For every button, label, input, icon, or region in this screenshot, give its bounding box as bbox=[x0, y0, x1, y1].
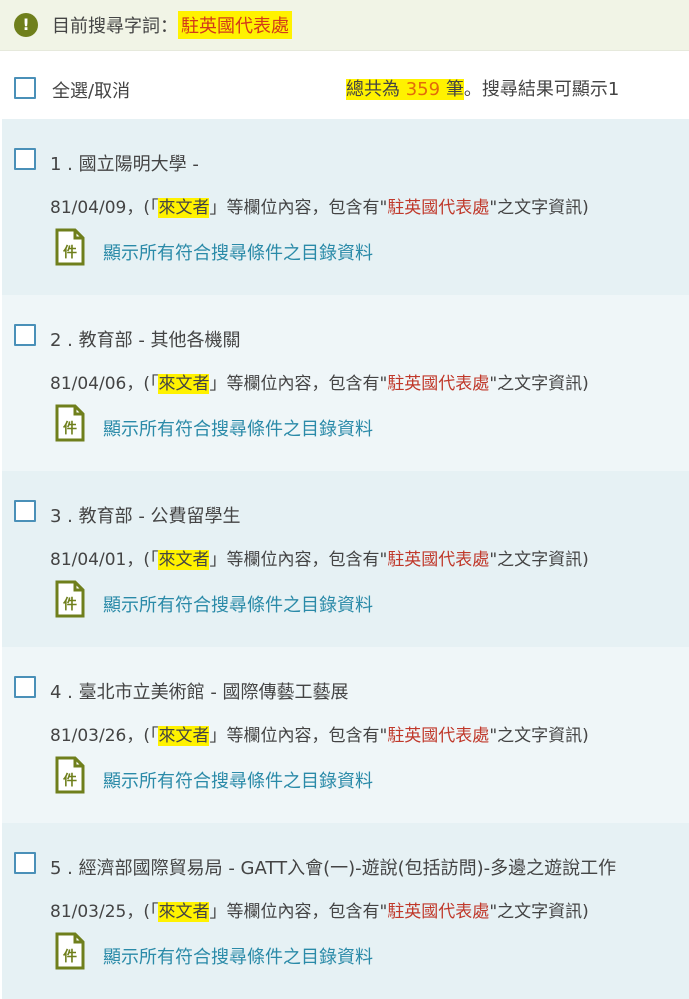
result-checkbox[interactable] bbox=[14, 324, 36, 346]
result-detail-mid: 」等欄位內容，包含有" bbox=[209, 374, 388, 394]
result-item: 2 . 教育部 - 其他各機關 81/04/06，(「來文者」等欄位內容，包含有… bbox=[2, 295, 689, 471]
result-detail-end: "之文字資訊) bbox=[489, 374, 589, 394]
result-checkbox[interactable] bbox=[14, 852, 36, 874]
result-detail-end: "之文字資訊) bbox=[489, 198, 589, 218]
document-icon-glyph: 件 bbox=[63, 244, 77, 261]
results-toolbar: 全選/取消 總共為 359 筆。搜尋結果可顯示1 bbox=[0, 51, 689, 119]
result-date: 81/04/09，(「 bbox=[50, 198, 159, 218]
search-term-bar: ! 目前搜尋字詞： 駐英國代表處 bbox=[0, 0, 689, 51]
result-item: 4 . 臺北市立美術館 - 國際傳藝工藝展 81/03/26，(「來文者」等欄位… bbox=[2, 647, 689, 823]
result-item: 3 . 教育部 - 公費留學生 81/04/01，(「來文者」等欄位內容，包含有… bbox=[2, 471, 689, 647]
result-checkbox[interactable] bbox=[14, 676, 36, 698]
exclamation-circle-icon: ! bbox=[14, 13, 38, 37]
document-icon[interactable]: 件 bbox=[55, 228, 85, 266]
result-keyword: 駐英國代表處 bbox=[387, 198, 490, 218]
result-detail-end: "之文字資訊) bbox=[489, 902, 589, 922]
total-prefix: 總共為 bbox=[346, 79, 406, 100]
result-item: 5 . 經濟部國際貿易局 - GATT入會(一)-遊說(包括訪問)-多邊之遊說工… bbox=[2, 823, 689, 999]
document-icon-glyph: 件 bbox=[63, 948, 77, 965]
result-checkbox[interactable] bbox=[14, 500, 36, 522]
select-all-checkbox[interactable] bbox=[14, 77, 36, 99]
result-keyword: 駐英國代表處 bbox=[387, 726, 490, 746]
total-count: 359 bbox=[405, 79, 441, 100]
catalog-link[interactable]: 顯示所有符合搜尋條件之目錄資料 bbox=[103, 591, 373, 617]
catalog-link[interactable]: 顯示所有符合搜尋條件之目錄資料 bbox=[103, 415, 373, 441]
result-field-name: 來文者 bbox=[158, 198, 210, 218]
result-title[interactable]: 5 . 經濟部國際貿易局 - GATT入會(一)-遊說(包括訪問)-多邊之遊說工… bbox=[50, 854, 616, 880]
result-keyword: 駐英國代表處 bbox=[387, 902, 490, 922]
result-date: 81/03/26，(「 bbox=[50, 726, 159, 746]
result-detail: 81/04/01，(「來文者」等欄位內容，包含有"駐英國代表處"之文字資訊) bbox=[50, 545, 589, 570]
result-field-name: 來文者 bbox=[158, 902, 210, 922]
result-detail-mid: 」等欄位內容，包含有" bbox=[209, 902, 388, 922]
document-icon-glyph: 件 bbox=[63, 420, 77, 437]
document-icon-glyph: 件 bbox=[63, 596, 77, 613]
search-term-value: 駐英國代表處 bbox=[178, 11, 292, 39]
catalog-link[interactable]: 顯示所有符合搜尋條件之目錄資料 bbox=[103, 767, 373, 793]
result-detail: 81/03/26，(「來文者」等欄位內容，包含有"駐英國代表處"之文字資訊) bbox=[50, 721, 589, 746]
document-icon[interactable]: 件 bbox=[55, 932, 85, 970]
result-detail-mid: 」等欄位內容，包含有" bbox=[209, 198, 388, 218]
total-suffix: 。搜尋結果可顯示1 bbox=[463, 79, 620, 100]
result-item: 1 . 國立陽明大學 - 81/04/09，(「來文者」等欄位內容，包含有"駐英… bbox=[2, 119, 689, 295]
result-field-name: 來文者 bbox=[158, 726, 210, 746]
result-field-name: 來文者 bbox=[158, 374, 210, 394]
result-checkbox[interactable] bbox=[14, 148, 36, 170]
result-detail: 81/04/09，(「來文者」等欄位內容，包含有"駐英國代表處"之文字資訊) bbox=[50, 193, 589, 218]
result-date: 81/04/06，(「 bbox=[50, 374, 159, 394]
select-all-label[interactable]: 全選/取消 bbox=[52, 77, 130, 103]
result-title[interactable]: 1 . 國立陽明大學 - bbox=[50, 150, 199, 176]
catalog-link[interactable]: 顯示所有符合搜尋條件之目錄資料 bbox=[103, 943, 373, 969]
result-date: 81/03/25，(「 bbox=[50, 902, 159, 922]
result-field-name: 來文者 bbox=[158, 550, 210, 570]
result-detail-end: "之文字資訊) bbox=[489, 726, 589, 746]
result-date: 81/04/01，(「 bbox=[50, 550, 159, 570]
total-results-info: 總共為 359 筆。搜尋結果可顯示1 bbox=[346, 75, 689, 101]
document-icon[interactable]: 件 bbox=[55, 756, 85, 794]
document-icon[interactable]: 件 bbox=[55, 580, 85, 618]
total-highlight: 總共為 359 筆 bbox=[346, 79, 464, 100]
total-unit: 筆 bbox=[440, 79, 464, 100]
result-detail: 81/03/25，(「來文者」等欄位內容，包含有"駐英國代表處"之文字資訊) bbox=[50, 897, 589, 922]
results-list: 1 . 國立陽明大學 - 81/04/09，(「來文者」等欄位內容，包含有"駐英… bbox=[0, 119, 689, 999]
document-icon-glyph: 件 bbox=[63, 772, 77, 789]
result-detail-mid: 」等欄位內容，包含有" bbox=[209, 726, 388, 746]
result-detail-end: "之文字資訊) bbox=[489, 550, 589, 570]
search-term-label: 目前搜尋字詞： bbox=[52, 16, 178, 37]
result-keyword: 駐英國代表處 bbox=[387, 550, 490, 570]
document-icon[interactable]: 件 bbox=[55, 404, 85, 442]
result-title[interactable]: 4 . 臺北市立美術館 - 國際傳藝工藝展 bbox=[50, 678, 349, 704]
result-detail-mid: 」等欄位內容，包含有" bbox=[209, 550, 388, 570]
result-title[interactable]: 3 . 教育部 - 公費留學生 bbox=[50, 502, 241, 528]
result-detail: 81/04/06，(「來文者」等欄位內容，包含有"駐英國代表處"之文字資訊) bbox=[50, 369, 589, 394]
catalog-link[interactable]: 顯示所有符合搜尋條件之目錄資料 bbox=[103, 239, 373, 265]
result-keyword: 駐英國代表處 bbox=[387, 374, 490, 394]
result-title[interactable]: 2 . 教育部 - 其他各機關 bbox=[50, 326, 241, 352]
